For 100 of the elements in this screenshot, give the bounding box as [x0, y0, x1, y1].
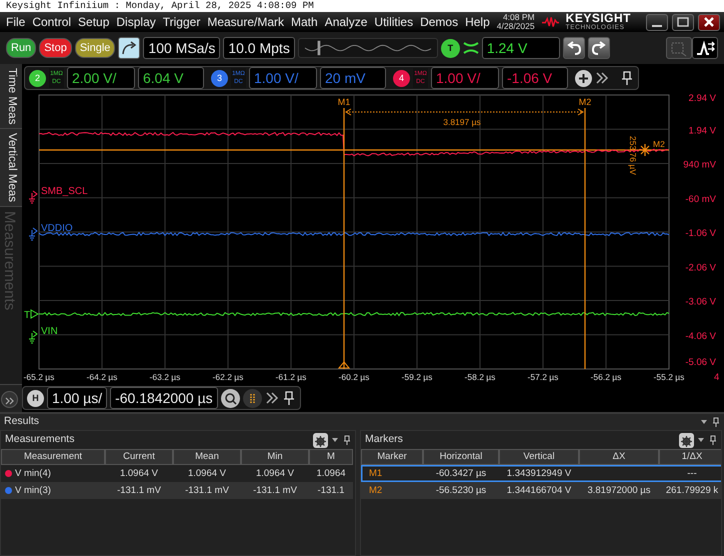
- axis-label: 1.94 V: [688, 125, 716, 136]
- horizontal-button[interactable]: H: [27, 390, 44, 406]
- time-position-field[interactable]: -60.1842000 µs: [110, 387, 218, 409]
- menu-item[interactable]: Utilities: [374, 13, 414, 31]
- trigger-level-field[interactable]: 1.24 V: [482, 37, 560, 59]
- menu-item[interactable]: Setup: [78, 13, 110, 31]
- offset-field[interactable]: 20 mV: [320, 67, 386, 89]
- column-header[interactable]: ΔX: [579, 449, 659, 465]
- measurement-name: V min(4): [15, 467, 51, 481]
- table-cell-text: -131.1 mV: [116, 484, 162, 498]
- maximize-button[interactable]: [672, 14, 694, 30]
- table-cell-text: -131.1: [316, 484, 346, 498]
- table-cell-text: -60.3427 µs: [434, 467, 488, 481]
- column-header[interactable]: Vertical: [499, 449, 579, 465]
- axis-label: -64.2 µs: [86, 372, 118, 382]
- trigger-level-icon: [30, 309, 39, 319]
- column-header[interactable]: Horizontal: [423, 449, 499, 465]
- autoscale-button[interactable]: [118, 37, 140, 59]
- trigger-button[interactable]: T: [440, 38, 460, 58]
- column-header[interactable]: 1/ΔX: [659, 449, 721, 465]
- undo-button[interactable]: [562, 37, 585, 59]
- scale-field[interactable]: 1.00 V/: [249, 67, 317, 89]
- settings-icon: [681, 436, 692, 447]
- menu-item[interactable]: Analyze: [324, 13, 368, 31]
- axis-label: -55.2 µs: [654, 372, 684, 382]
- zoom-button[interactable]: [220, 388, 240, 408]
- menu-item[interactable]: Help: [465, 13, 490, 31]
- column-header[interactable]: M: [309, 449, 353, 465]
- redo-icon: [590, 41, 607, 58]
- pin-icon[interactable]: [343, 434, 351, 446]
- menu-item[interactable]: Display: [116, 13, 156, 31]
- column-header[interactable]: Measurement: [1, 449, 105, 465]
- results-title: Results: [4, 414, 40, 430]
- expand-button[interactable]: [1, 391, 18, 408]
- pause-icon: [248, 392, 257, 404]
- menu-item[interactable]: File: [6, 13, 26, 31]
- ground-icon: [28, 228, 38, 240]
- column-header[interactable]: Min: [241, 449, 309, 465]
- redo-button[interactable]: [588, 37, 610, 59]
- caret-icon[interactable]: [697, 437, 705, 443]
- axis-label: -57.2 µs: [528, 372, 558, 382]
- offset-field[interactable]: -1.06 V: [502, 67, 568, 89]
- marker-line[interactable]: [584, 108, 586, 369]
- marker-cross-icon: [638, 143, 652, 157]
- marker-tag: M2: [653, 139, 665, 149]
- minimize-button[interactable]: [646, 14, 668, 30]
- waveform-arrows-button[interactable]: [692, 37, 718, 59]
- axis-label: -60 mV: [685, 194, 716, 205]
- pin-icon[interactable]: [709, 434, 717, 446]
- column-header[interactable]: Current: [105, 449, 173, 465]
- menu-item[interactable]: Demos: [420, 13, 458, 31]
- side-tab[interactable]: Time Meas: [0, 64, 22, 130]
- close-button[interactable]: [698, 14, 720, 30]
- axis-label: -56.2 µs: [590, 372, 622, 382]
- caret-icon[interactable]: [331, 437, 339, 443]
- pause-button[interactable]: [242, 388, 262, 408]
- menu-item[interactable]: Measure/Mark: [207, 13, 284, 31]
- marker-line[interactable]: [343, 108, 345, 369]
- side-tab[interactable]: Vertical Meas: [0, 129, 22, 208]
- delta-y-label: 253.76 µV: [628, 136, 638, 175]
- scale-field[interactable]: 2.00 V/: [67, 67, 135, 89]
- channel-button[interactable]: 4: [393, 70, 410, 86]
- sample-rate-field[interactable]: 100 MSa/s: [143, 37, 220, 59]
- table-row[interactable]: M2 -56.5230 µs 1.344166704 V 3.81972000 µs 261.79929 k: [361, 482, 721, 499]
- double-chevron-icon[interactable]: [264, 391, 279, 405]
- table-cell-text: ---: [686, 467, 698, 481]
- marker-line[interactable]: [39, 149, 669, 151]
- pin-icon[interactable]: [620, 70, 634, 86]
- table-cell-text: 1.344166704 V: [506, 484, 572, 498]
- column-header[interactable]: Marker: [361, 449, 423, 465]
- table-row[interactable]: M1 -60.3427 µs 1.343912949 V ---: [361, 465, 721, 482]
- panel-title: Measurements: [5, 432, 74, 448]
- axis-label: -62.2 µs: [212, 372, 244, 382]
- window-title: Keysight Infiniium : Monday, April 28, 2025 4:08:09 PM: [0, 0, 724, 12]
- scale-field[interactable]: 1.00 V/: [431, 67, 499, 89]
- caret-icon[interactable]: [700, 419, 708, 425]
- menu-item[interactable]: Control: [32, 13, 72, 31]
- acquisition-button[interactable]: Stop: [39, 38, 72, 58]
- axis-label: -5.06 V: [685, 357, 716, 368]
- offset-field[interactable]: 6.04 V: [138, 67, 204, 89]
- column-header[interactable]: Mean: [173, 449, 241, 465]
- crossing-edge-icon: [462, 41, 479, 55]
- trigger-label: T: [24, 310, 30, 321]
- trace-label: VDDIO: [41, 223, 73, 234]
- memory-depth-field[interactable]: 10.0 Mpts: [223, 37, 295, 59]
- menu-item[interactable]: Trigger: [162, 13, 200, 31]
- table-cell-text: 1.0964 V: [186, 467, 228, 481]
- axis-label: 2.94 V: [688, 93, 716, 104]
- axis-label: -60.2 µs: [338, 372, 370, 382]
- time-scale-field[interactable]: 1.00 µs/: [47, 387, 108, 409]
- pin-icon[interactable]: [712, 416, 720, 428]
- pin-icon[interactable]: [282, 390, 296, 406]
- settings-button[interactable]: [313, 432, 328, 448]
- menu-item[interactable]: Math: [291, 13, 318, 31]
- table-cell-text: -56.5230 µs: [434, 484, 488, 498]
- channel-button[interactable]: 3: [211, 70, 228, 86]
- clock-date: 4/28/2025: [496, 22, 535, 31]
- settings-button[interactable]: [679, 432, 694, 448]
- add-button[interactable]: [575, 70, 592, 86]
- double-chevron-icon[interactable]: [595, 71, 609, 85]
